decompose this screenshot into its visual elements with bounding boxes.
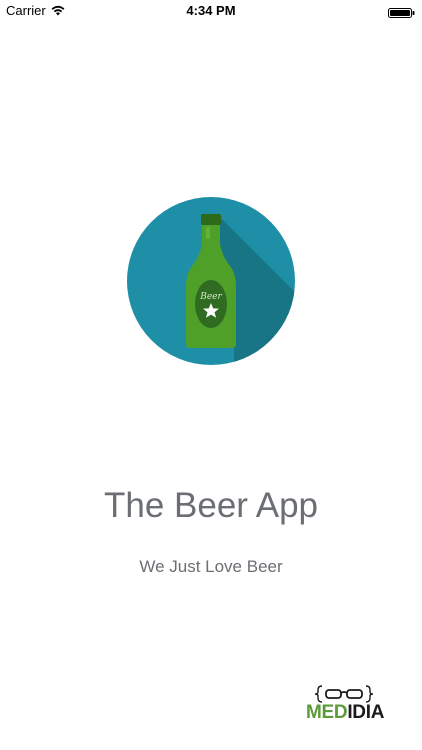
app-tagline: We Just Love Beer bbox=[139, 557, 283, 576]
glasses-braces-icon bbox=[314, 685, 374, 703]
status-bar: Carrier 4:34 PM bbox=[0, 0, 422, 22]
brand-part-med: MED bbox=[306, 702, 348, 723]
splash-screen: Carrier 4:34 PM Beer The Beer App We Jus… bbox=[0, 0, 422, 750]
app-title: The Beer App bbox=[103, 486, 319, 525]
brand-wordmark: MEDIDIA bbox=[306, 702, 385, 724]
medidia-logo: MEDIDIA bbox=[306, 684, 385, 728]
bottle-label-text: Beer bbox=[199, 292, 222, 302]
battery-full-icon bbox=[388, 6, 415, 18]
app-logo: Beer bbox=[126, 196, 296, 366]
status-time: 4:34 PM bbox=[186, 3, 236, 18]
brand-part-idia: IDIA bbox=[347, 702, 385, 723]
beer-bottle-icon: Beer bbox=[127, 197, 295, 365]
